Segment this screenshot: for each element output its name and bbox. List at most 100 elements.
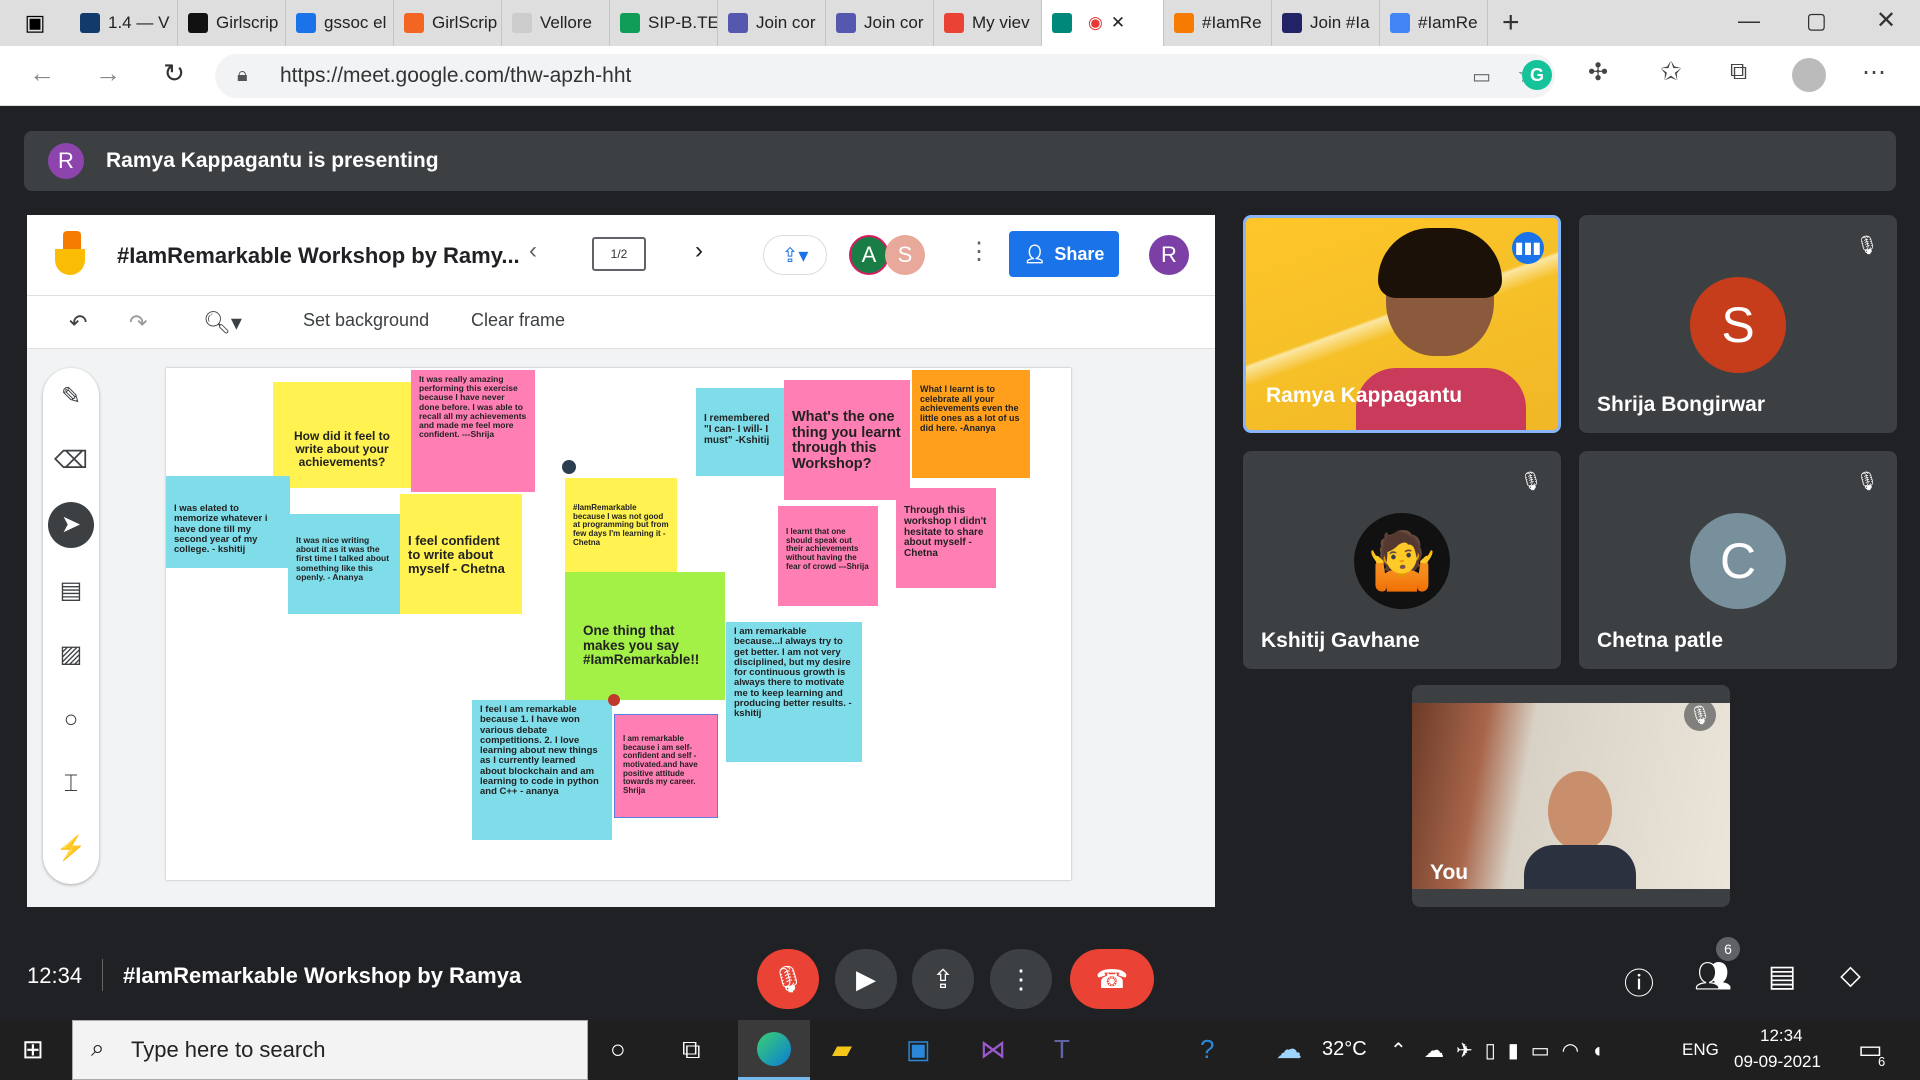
zoom-icon[interactable]: 🔍︎▾	[203, 310, 242, 336]
teams-icon[interactable]: T	[1054, 1034, 1070, 1065]
edge-taskbar-icon[interactable]	[738, 1020, 810, 1080]
sticky-note[interactable]: What I learnt is to celebrate all your a…	[912, 370, 1030, 478]
language-indicator[interactable]: ENG	[1682, 1040, 1719, 1060]
help-icon[interactable]: ?	[1200, 1034, 1214, 1065]
circle-icon[interactable]: ○	[43, 706, 99, 734]
sticky-note[interactable]: I am remarkable because...I always try t…	[726, 622, 862, 762]
minimize-icon[interactable]: —	[1738, 8, 1760, 34]
browser-tab[interactable]: #IamRe	[1380, 0, 1488, 46]
windows-start-icon[interactable]: ⊞	[22, 1034, 44, 1065]
sticky-note[interactable]: I was elated to memorize whatever i have…	[166, 476, 290, 568]
taskbar-search-box[interactable]: ⌕ Type here to search	[72, 1020, 588, 1080]
activities-icon[interactable]: ⬦	[1840, 959, 1861, 993]
present-button[interactable]: ⇪▾	[763, 235, 827, 275]
close-window-icon[interactable]: ✕	[1876, 6, 1896, 35]
participant-tile-shrija[interactable]: 🎙︎ S Shrija Bongirwar	[1579, 215, 1897, 433]
profile-icon[interactable]	[1792, 58, 1826, 92]
back-icon[interactable]: ←	[14, 58, 70, 89]
next-frame-icon[interactable]: ›	[695, 237, 703, 265]
sticky-note[interactable]: Through this workshop I didn't hesitate …	[896, 488, 996, 588]
select-icon[interactable]: ➤	[48, 502, 94, 548]
browser-tab[interactable]: My viev	[934, 0, 1042, 46]
text-box-icon[interactable]: ⌶	[43, 770, 99, 798]
sticky-note[interactable]: How did it feel to write about your achi…	[273, 382, 411, 488]
browser-tab[interactable]: Join cor	[718, 0, 826, 46]
tab-label: gssoc el	[324, 13, 387, 32]
mic-toggle-button[interactable]: 🎙︎	[757, 949, 819, 1009]
eraser-icon[interactable]: ⌫	[43, 446, 99, 475]
extensions-icon[interactable]: ✣	[1588, 58, 1608, 87]
sticky-note[interactable]: I feel I am remarkable because 1. I have…	[472, 700, 612, 840]
people-icon[interactable]: 👥︎	[1694, 959, 1732, 994]
speaking-indicator-icon: ▮▮▮	[1512, 232, 1544, 264]
browser-tab[interactable]: gssoc el	[286, 0, 394, 46]
frame-indicator[interactable]: 1/2	[592, 237, 646, 271]
task-view-icon[interactable]: ⧉	[682, 1034, 701, 1066]
image-icon[interactable]: ▨	[43, 640, 99, 669]
participant-tile-ramya[interactable]: ▮▮▮ Ramya Kappagantu	[1243, 215, 1561, 433]
chat-icon[interactable]: ▤	[1768, 959, 1796, 994]
more-options-button[interactable]: ⋮	[990, 949, 1052, 1009]
sticky-note[interactable]: I am remarkable because i am self-confid…	[614, 714, 718, 818]
favorites-icon[interactable]: ✩	[1660, 56, 1682, 87]
browser-tab[interactable]: 1.4 — V	[70, 0, 178, 46]
browser-tab[interactable]: SIP-B.TE	[610, 0, 718, 46]
participant-tile-chetna[interactable]: 🎙︎ C Chetna patle	[1579, 451, 1897, 669]
prev-frame-icon[interactable]: ‹	[529, 237, 537, 265]
undo-icon[interactable]: ↶	[69, 310, 87, 336]
url-field[interactable]: 🔒︎ https://meet.google.com/thw-apzh-hht …	[215, 54, 1555, 98]
new-tab-icon[interactable]: +	[1502, 6, 1520, 40]
file-explorer-icon[interactable]: ▰	[832, 1034, 852, 1065]
meeting-details-icon[interactable]: ⓘ	[1624, 959, 1654, 1003]
forward-icon[interactable]: →	[80, 58, 136, 89]
browser-tab[interactable]: Join cor	[826, 0, 934, 46]
weather-icon[interactable]: ☁	[1276, 1034, 1302, 1065]
browser-tab[interactable]: Join #Ia	[1272, 0, 1380, 46]
cortana-icon[interactable]: ○	[610, 1034, 626, 1065]
more-menu-icon[interactable]: ⋯	[1862, 58, 1886, 87]
show-hidden-icons[interactable]: ⌃	[1390, 1038, 1407, 1063]
jamboard-title: #IamRemarkable Workshop by Ramy...	[117, 243, 520, 268]
grammarly-icon[interactable]: G	[1522, 60, 1552, 90]
laser-icon[interactable]: ⚡	[43, 834, 99, 863]
camera-permission-icon[interactable]: ▭	[1472, 64, 1491, 89]
maximize-icon[interactable]: ▢	[1806, 8, 1827, 34]
tray-icons[interactable]: ☁✈▯▮▭◠◖	[1424, 1038, 1615, 1063]
share-button[interactable]: 👤︎ Share	[1009, 231, 1119, 277]
more-options-icon[interactable]: ⋮	[967, 237, 991, 266]
browser-tab[interactable]: GirlScrip	[394, 0, 502, 46]
user-avatar[interactable]: R	[1149, 235, 1189, 275]
clear-frame-button[interactable]: Clear frame	[471, 310, 565, 331]
pen-icon[interactable]: ✎	[43, 382, 99, 411]
browser-tab[interactable]: Girlscrip	[178, 0, 286, 46]
sticky-note-icon[interactable]: ▤	[43, 576, 99, 605]
sticky-note[interactable]: It was nice writing about it as it was t…	[288, 514, 400, 614]
browser-tab[interactable]: #IamRe	[1164, 0, 1272, 46]
sticky-note[interactable]: I remembered "I can- I will- I must" -Ks…	[696, 388, 784, 476]
sticky-note[interactable]: It was really amazing performing this ex…	[411, 370, 535, 492]
meeting-clock: 12:34	[27, 963, 83, 988]
browser-tab[interactable]: ◉ ✕	[1042, 0, 1164, 46]
photos-icon[interactable]: ▣	[906, 1034, 931, 1065]
visual-studio-icon[interactable]: ⋈	[980, 1034, 1006, 1065]
leave-call-button[interactable]: ☎︎	[1070, 949, 1154, 1009]
redo-icon[interactable]: ↷	[129, 310, 147, 336]
presenting-banner: R Ramya Kappagantu is presenting	[24, 131, 1896, 191]
reload-icon[interactable]: ↻	[146, 58, 202, 89]
set-background-button[interactable]: Set background	[303, 310, 429, 331]
taskbar-date[interactable]: 09-09-2021	[1734, 1052, 1821, 1072]
participant-tile-you[interactable]: 🎙︎ You	[1412, 685, 1730, 907]
sticky-note[interactable]: I feel confident to write about myself -…	[400, 494, 522, 614]
sticky-note[interactable]: I learnt that one should speak out their…	[778, 506, 878, 606]
sticky-note[interactable]: One thing that makes you say #IamRemarka…	[565, 572, 725, 700]
present-now-button[interactable]: ⇪	[912, 949, 974, 1009]
browser-tab[interactable]: Vellore	[502, 0, 610, 46]
camera-toggle-button[interactable]: ▶︎	[835, 949, 897, 1009]
participant-tile-kshitij[interactable]: 🎙︎ 🤷 Kshitij Gavhane	[1243, 451, 1561, 669]
window-menu-icon[interactable]: ▣	[0, 10, 70, 36]
tab-label: #IamRe	[1418, 13, 1478, 32]
collections-icon[interactable]: ⧉	[1730, 58, 1747, 86]
taskbar-time[interactable]: 12:34	[1760, 1026, 1803, 1046]
close-tab-icon[interactable]: ✕	[1111, 13, 1125, 33]
sticky-note[interactable]: What's the one thing you learnt through …	[784, 380, 910, 500]
